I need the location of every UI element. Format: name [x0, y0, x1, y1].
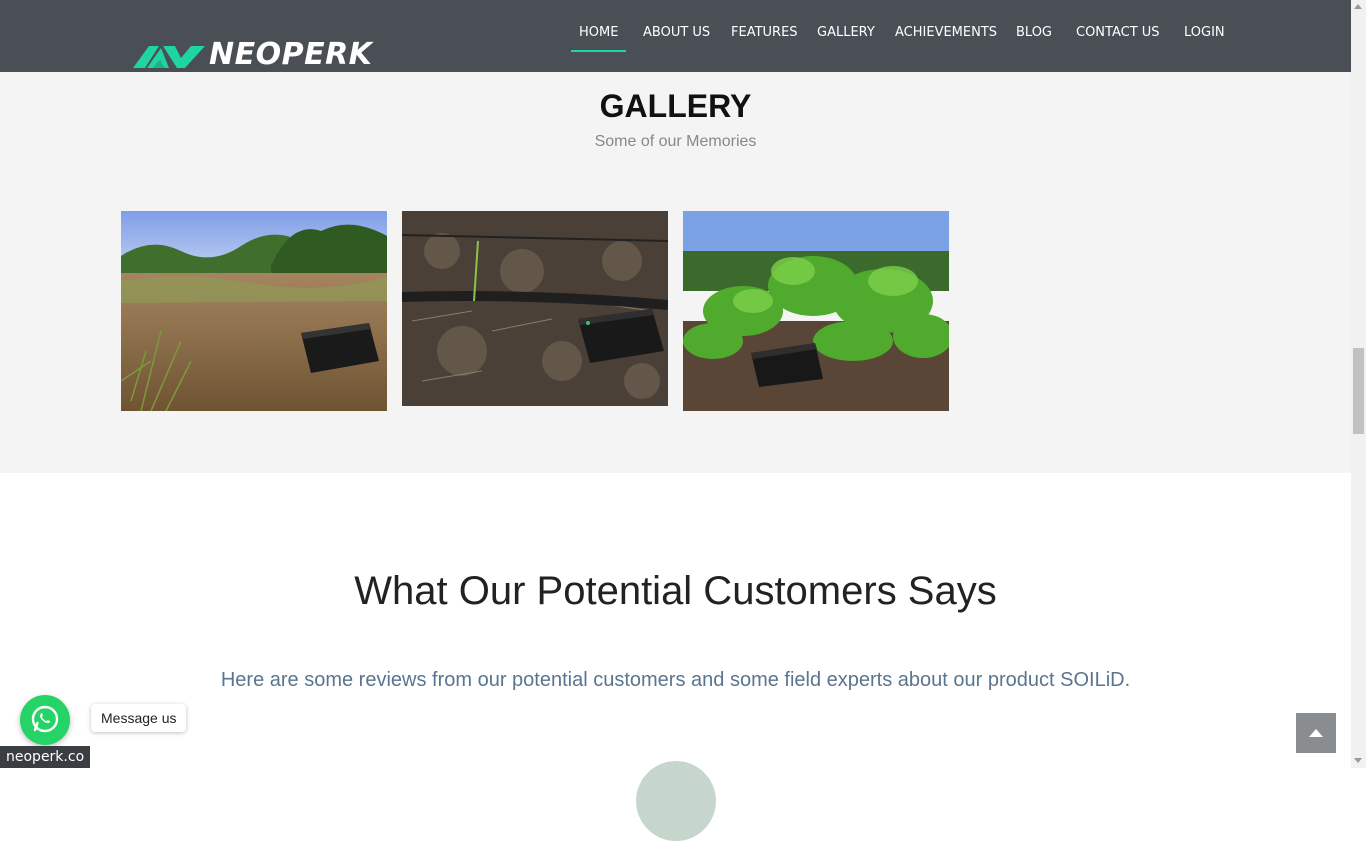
- nav-about-us[interactable]: ABOUT US: [643, 25, 710, 40]
- reviews-section: What Our Potential Customers Says Here a…: [0, 473, 1351, 841]
- gallery-photo-irrigation[interactable]: [402, 211, 668, 406]
- whatsapp-message-label[interactable]: Message us: [91, 704, 187, 732]
- nav-achievements[interactable]: ACHIEVEMENTS: [895, 25, 997, 40]
- nav-gallery[interactable]: GALLERY: [817, 25, 875, 40]
- gallery-section: GALLERY Some of our Memories: [0, 72, 1351, 473]
- nav-login[interactable]: LOGIN: [1184, 25, 1225, 40]
- status-url: neoperk.co: [0, 746, 91, 768]
- brand-logo[interactable]: NEOPERK: [133, 37, 373, 72]
- irrigation-sensor-photo-icon: [402, 211, 668, 406]
- field-sensor-photo-icon: [121, 211, 387, 411]
- brand-name: NEOPERK: [209, 37, 373, 72]
- gallery-photo-plants[interactable]: [683, 211, 949, 411]
- site-header: NEOPERK HOME ABOUT US FEATURES GALLERY A…: [0, 0, 1351, 72]
- scroll-up-arrow-icon[interactable]: [1354, 4, 1362, 9]
- back-to-top-button[interactable]: [1296, 713, 1336, 753]
- chevron-up-icon: [1309, 729, 1323, 737]
- nav-features[interactable]: FEATURES: [731, 25, 798, 40]
- scroll-down-arrow-icon[interactable]: [1354, 758, 1362, 763]
- reviews-title: What Our Potential Customers Says: [354, 569, 997, 613]
- gallery-photo-field[interactable]: [121, 211, 387, 411]
- reviews-subtitle: Here are some reviews from our potential…: [220, 669, 1131, 691]
- nav-home[interactable]: HOME: [570, 25, 628, 52]
- reviewer-avatar: [636, 761, 716, 841]
- brand-logo-mark-icon: [133, 46, 205, 68]
- gallery-subtitle: Some of our Memories: [594, 133, 757, 150]
- whatsapp-button[interactable]: [20, 695, 70, 745]
- nav-blog[interactable]: BLOG: [1016, 25, 1052, 40]
- scrollbar-thumb[interactable]: [1353, 348, 1364, 434]
- whatsapp-icon: [31, 705, 59, 733]
- gallery-title: GALLERY: [599, 88, 752, 124]
- plant-sensor-photo-icon: [683, 211, 949, 411]
- nav-contact-us[interactable]: CONTACT US: [1076, 25, 1160, 40]
